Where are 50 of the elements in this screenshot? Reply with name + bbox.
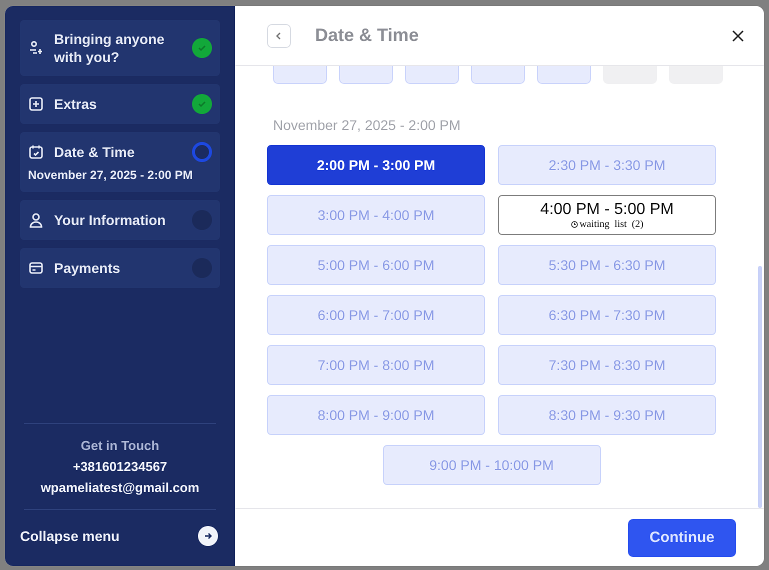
time-slot[interactable]: 9:00 PM - 10:00 PM bbox=[382, 445, 600, 485]
step-item[interactable]: Date & Time November 27, 2025 - 2:00 PM bbox=[20, 132, 220, 192]
close-icon bbox=[730, 28, 746, 44]
page-title: Date & Time bbox=[315, 25, 420, 46]
step-label: Extras bbox=[54, 95, 98, 113]
back-button[interactable] bbox=[267, 24, 291, 48]
selected-date-label: November 27, 2025 - 2:00 PM bbox=[273, 117, 462, 133]
scrollbar-thumb[interactable] bbox=[758, 266, 762, 508]
step-item[interactable]: Payments bbox=[20, 248, 220, 288]
step-label: Date & Time bbox=[54, 143, 136, 161]
time-slot[interactable]: 8:30 PM - 9:30 PM bbox=[498, 395, 716, 435]
contact-email: wpameliatest@gmail.com bbox=[40, 480, 200, 495]
plus-icon bbox=[28, 96, 44, 112]
contact-heading: Get in Touch bbox=[80, 438, 160, 453]
calendar-day[interactable] bbox=[273, 66, 327, 84]
step-label: Your Information bbox=[54, 211, 167, 229]
time-slot[interactable]: 2:00 PM - 3:00 PM bbox=[267, 145, 485, 185]
time-slot[interactable]: 4:00 PM - 5:00 PM waiting list (2) bbox=[498, 195, 716, 235]
time-slot[interactable]: 2:30 PM - 3:30 PM bbox=[498, 145, 716, 185]
step-item[interactable]: Extras bbox=[20, 84, 220, 124]
calendar-icon bbox=[28, 144, 44, 160]
time-slot[interactable]: 3:00 PM - 4:00 PM bbox=[267, 195, 485, 235]
step-label: Bringing anyone with you? bbox=[54, 30, 166, 66]
time-slot[interactable]: 7:00 PM - 8:00 PM bbox=[267, 345, 485, 385]
time-slot[interactable]: 8:00 PM - 9:00 PM bbox=[267, 395, 485, 435]
continue-button[interactable]: Continue bbox=[628, 518, 736, 556]
time-slot[interactable]: 7:30 PM - 8:30 PM bbox=[498, 345, 716, 385]
time-slot[interactable]: 6:30 PM - 7:30 PM bbox=[498, 295, 716, 335]
calendar-day[interactable] bbox=[339, 66, 393, 84]
clock-icon bbox=[570, 220, 578, 228]
step-label: Payments bbox=[54, 259, 122, 277]
calendar-day[interactable] bbox=[405, 66, 459, 84]
collapse-menu-label[interactable]: Collapse menu bbox=[20, 528, 120, 544]
time-slot[interactable]: 5:30 PM - 6:30 PM bbox=[498, 245, 716, 285]
chevron-icon bbox=[275, 32, 283, 40]
card-icon bbox=[28, 260, 44, 276]
arrow-icon bbox=[203, 531, 213, 541]
close-button[interactable] bbox=[730, 28, 746, 44]
step-detail: November 27, 2025 - 2:00 PM bbox=[28, 168, 194, 182]
collapse-arrow-button[interactable] bbox=[198, 526, 218, 546]
calendar-day[interactable] bbox=[537, 66, 591, 84]
contact-phone: +381601234567 bbox=[72, 459, 168, 474]
waiting-list-note: waiting list (2) bbox=[580, 218, 644, 230]
time-slot[interactable]: 6:00 PM - 7:00 PM bbox=[267, 295, 485, 335]
step-item[interactable]: Bringing anyone with you? bbox=[20, 20, 220, 76]
step-item[interactable]: Your Information bbox=[20, 200, 220, 240]
calendar-day[interactable] bbox=[471, 66, 525, 84]
time-slot[interactable]: 5:00 PM - 6:00 PM bbox=[267, 245, 485, 285]
user-icon bbox=[28, 212, 44, 228]
people-icon bbox=[28, 40, 44, 56]
